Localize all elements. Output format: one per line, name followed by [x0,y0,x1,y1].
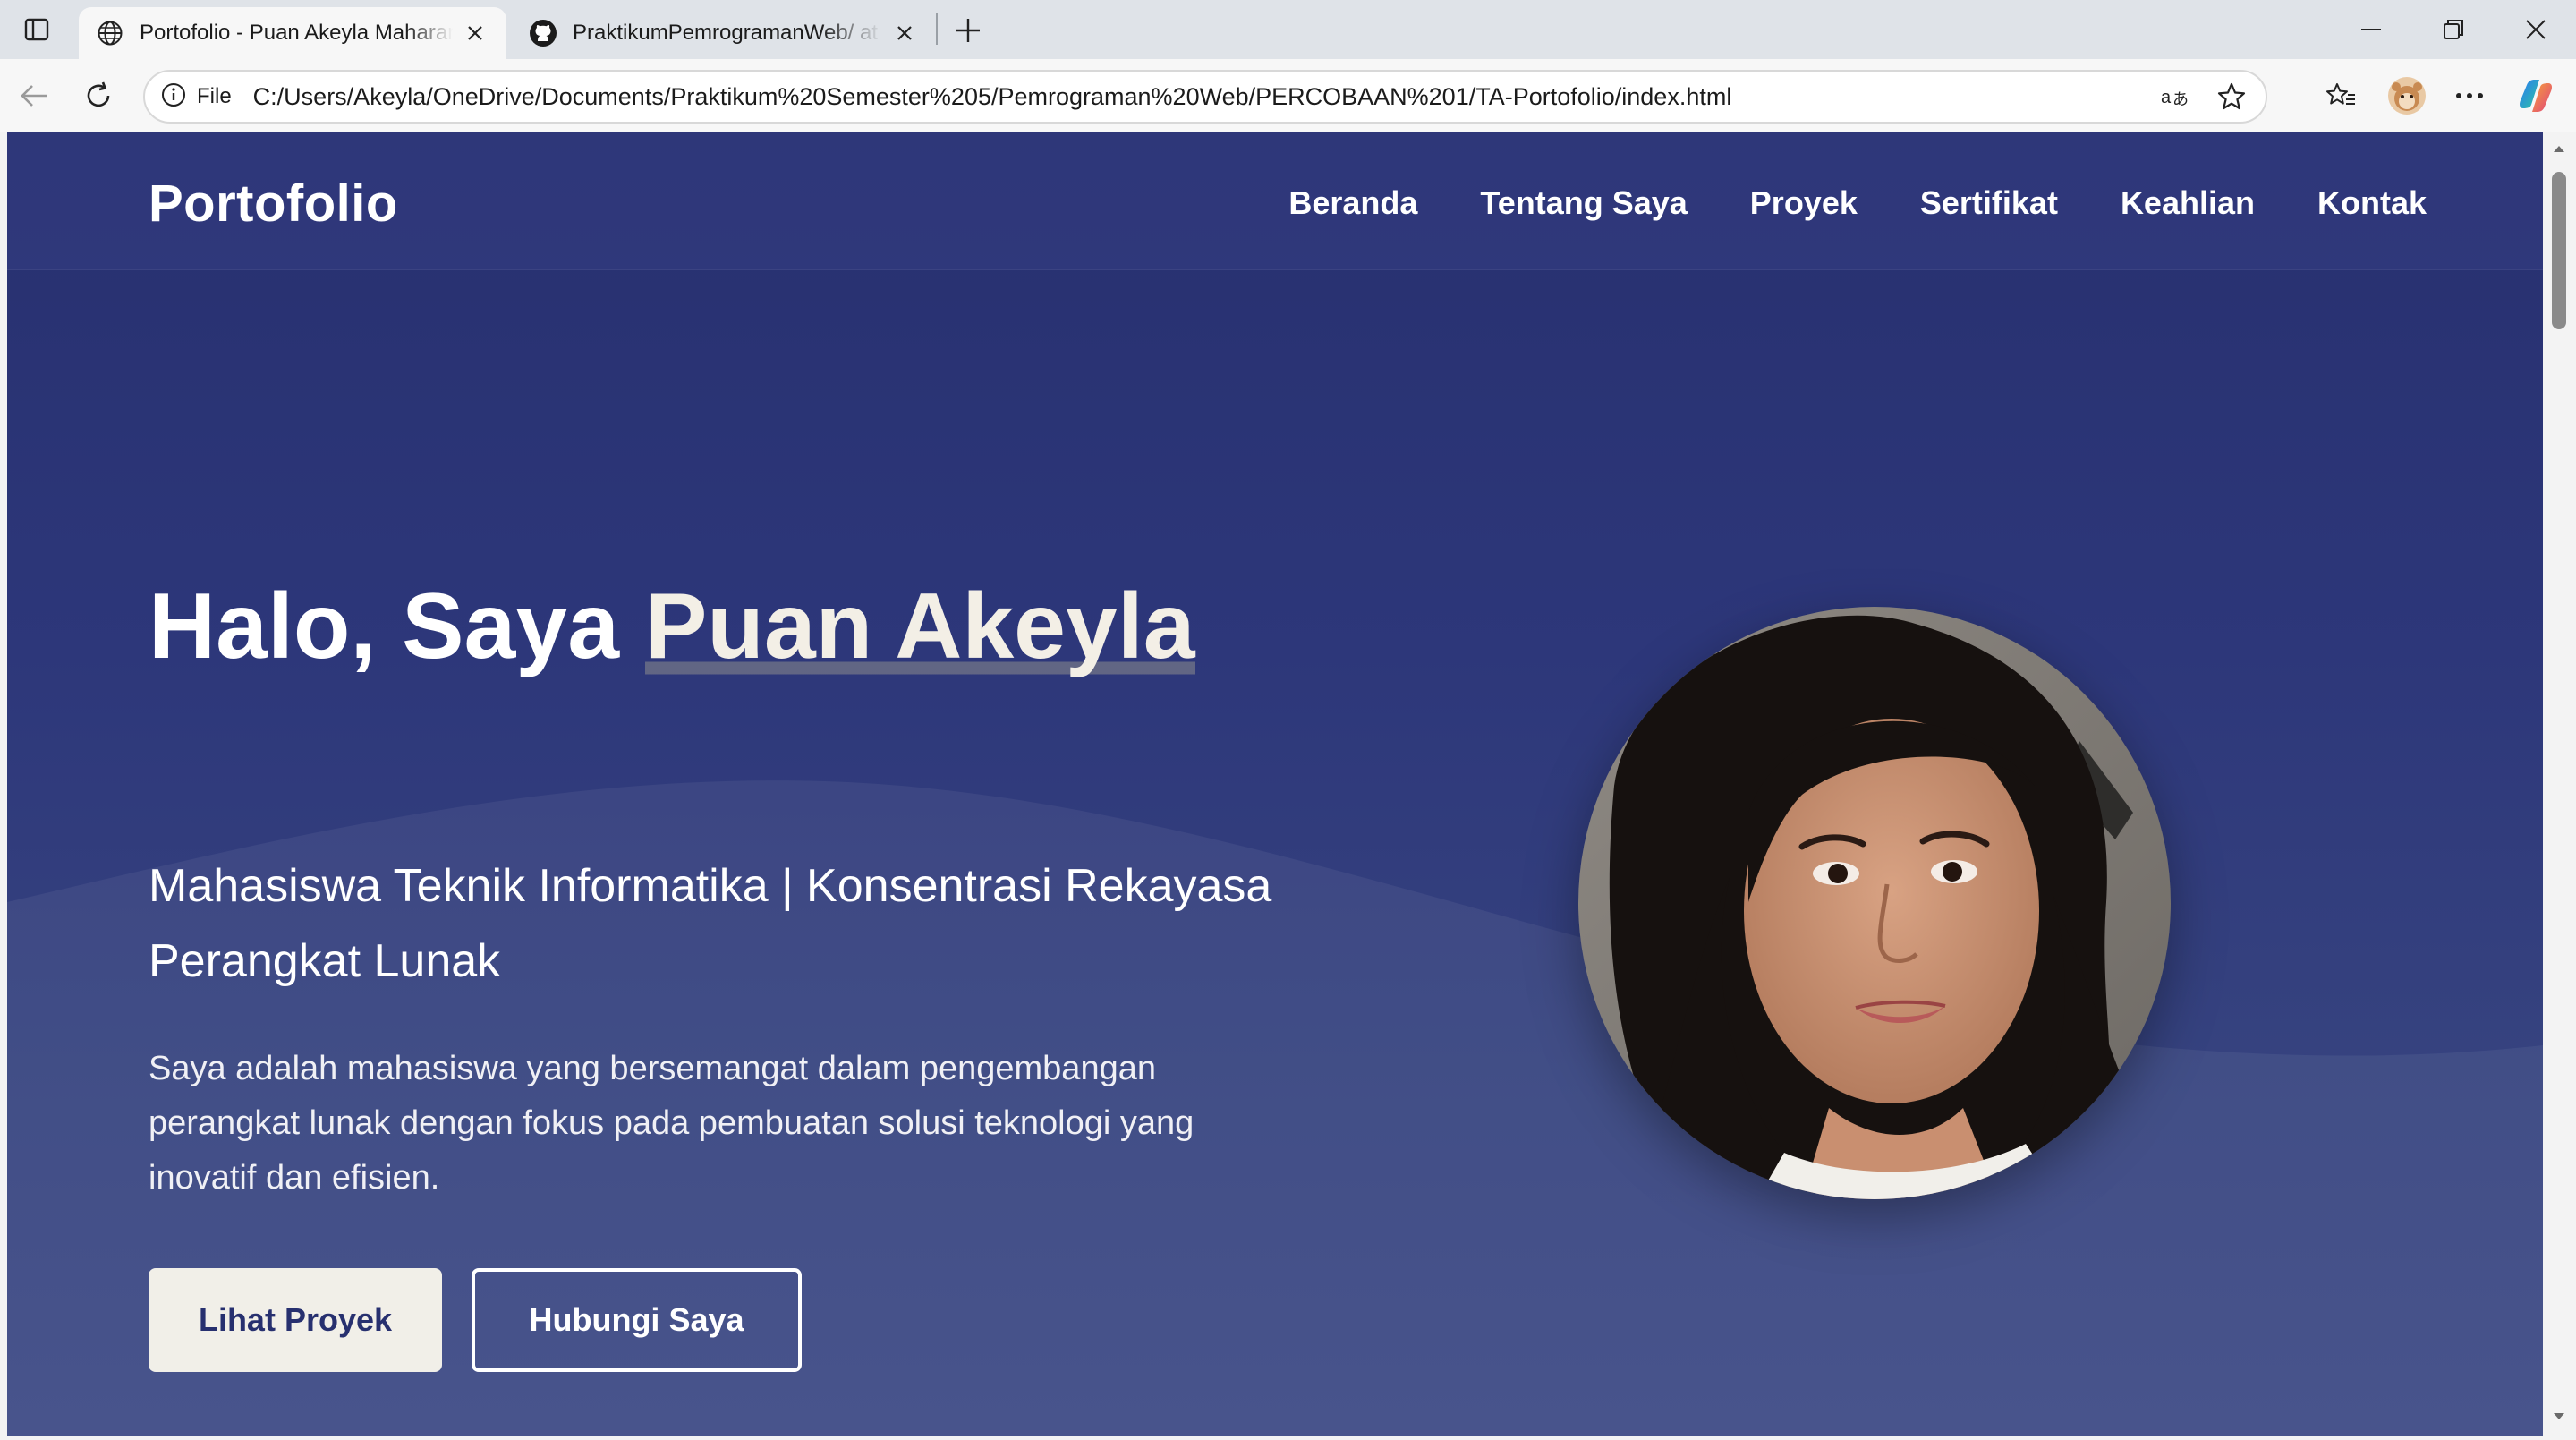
main-nav: Beranda Tentang Saya Proyek Sertifikat K… [1288,184,2427,222]
scheme-label: File [197,84,232,108]
translate-icon[interactable]: aあ [2155,75,2198,118]
more-options-icon[interactable] [2446,74,2493,117]
profile-photo [1578,607,2171,1199]
close-tab-icon[interactable] [460,18,490,48]
nav-item-kontak[interactable]: Kontak [2317,184,2427,222]
globe-icon [95,18,125,48]
background-wave-shape [7,780,2543,1436]
favorites-icon[interactable] [2317,74,2364,117]
profile-avatar-icon[interactable] [2384,74,2430,117]
hero-subtitle: Mahasiswa Teknik Informatika | Konsentra… [149,860,1272,987]
hero-name: Puan Akeyla [644,575,1195,678]
tab-title: PraktikumPemrogramanWeb/ at main [573,21,882,45]
browser-toolbar: File C:/Users/Akeyla/OneDrive/Documents/… [0,59,2576,132]
reload-icon[interactable] [77,74,120,117]
contact-me-button[interactable]: Hubungi Saya [472,1268,802,1372]
view-projects-button[interactable]: Lihat Proyek [149,1268,442,1372]
hero-greeting: Halo, Saya [149,575,645,678]
tab-portfolio[interactable]: Portofolio - Puan Akeyla Maharani [79,7,506,59]
copilot-icon[interactable] [2512,74,2559,117]
tab-separator [936,13,938,45]
scroll-down-arrow-icon[interactable] [2550,1408,2568,1426]
svg-text:あ: あ [2172,90,2189,109]
url-text[interactable]: C:/Users/Akeyla/OneDrive/Documents/Prakt… [253,83,2155,111]
nav-item-beranda[interactable]: Beranda [1288,184,1417,222]
scroll-up-arrow-icon[interactable] [2550,140,2568,158]
address-bar[interactable]: File C:/Users/Akeyla/OneDrive/Documents/… [143,70,2267,124]
browser-tab-bar: Portofolio - Puan Akeyla Maharani Prakti… [0,0,2576,59]
hero-title: Halo, Saya Puan Akeyla [149,571,1195,683]
site-header: Portofolio Beranda Tentang Saya Proyek S… [7,132,2543,270]
nav-item-tentang-saya[interactable]: Tentang Saya [1480,184,1687,222]
new-tab-icon[interactable] [948,11,988,50]
tab-github[interactable]: PraktikumPemrogramanWeb/ at main [512,7,936,59]
site-info-button[interactable]: File [161,79,246,115]
info-icon [161,82,186,112]
close-window-icon[interactable] [2507,7,2564,52]
tab-actions-icon[interactable] [16,11,57,48]
nav-item-proyek[interactable]: Proyek [1750,184,1858,222]
scroll-thumb[interactable] [2552,172,2566,329]
site-logo[interactable]: Portofolio [149,174,398,234]
nav-item-keahlian[interactable]: Keahlian [2121,184,2255,222]
close-tab-icon[interactable] [889,18,920,48]
nav-item-sertifikat[interactable]: Sertifikat [1920,184,2058,222]
star-icon[interactable] [2210,75,2253,118]
hero-description: Saya adalah mahasiswa yang bersemangat d… [149,1050,1194,1197]
tab-title: Portofolio - Puan Akeyla Maharani [140,21,453,45]
svg-text:a: a [2161,88,2172,107]
restore-icon[interactable] [2425,7,2482,52]
back-arrow-icon[interactable] [13,74,55,117]
minimize-icon[interactable] [2342,7,2400,52]
page-viewport: Portofolio Beranda Tentang Saya Proyek S… [7,132,2543,1436]
page-scrollbar[interactable] [2543,132,2576,1440]
github-icon [528,18,558,48]
